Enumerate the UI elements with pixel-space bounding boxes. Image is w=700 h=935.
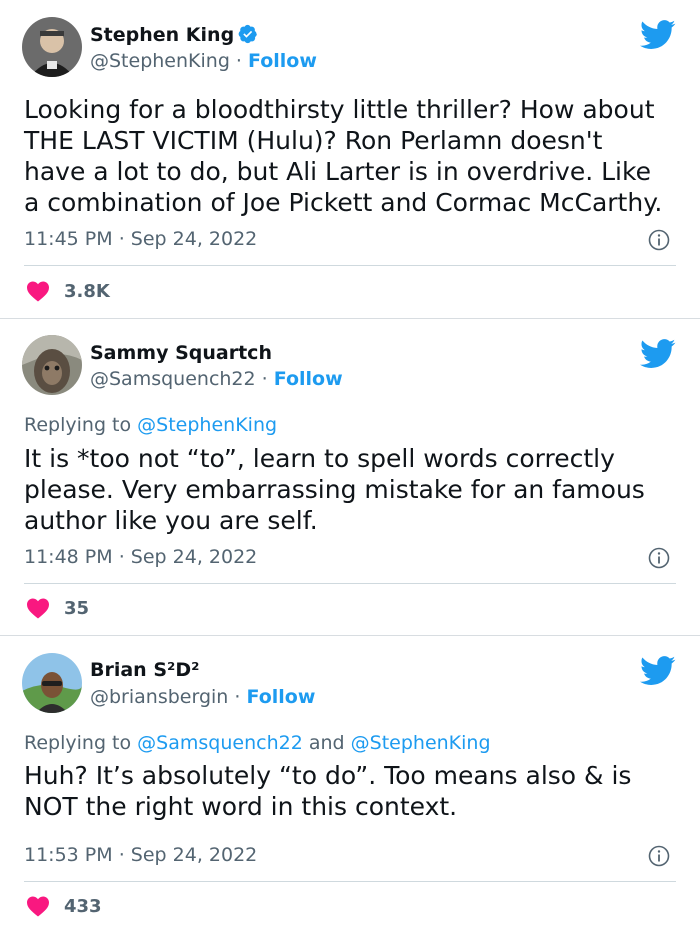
- author-handle[interactable]: @StephenKing: [90, 50, 230, 72]
- like-button[interactable]: 433: [26, 894, 102, 918]
- author-name[interactable]: Sammy Squartch: [90, 342, 272, 364]
- like-count: 35: [64, 597, 90, 619]
- tweet-2: Sammy Squartch @Samsquench22 · Follow Re…: [0, 319, 700, 635]
- divider: [24, 265, 676, 266]
- mention-link[interactable]: @StephenKing: [137, 414, 277, 436]
- like-button[interactable]: 35: [26, 596, 89, 620]
- follow-button[interactable]: Follow: [274, 368, 343, 390]
- info-icon[interactable]: [648, 229, 670, 251]
- author-avatar[interactable]: [22, 335, 82, 395]
- verified-badge-icon: [238, 24, 258, 49]
- mention-link[interactable]: @Samsquench22: [137, 732, 303, 754]
- tweet-timestamp[interactable]: 11:53 PM · Sep 24, 2022: [24, 844, 257, 866]
- divider: [24, 583, 676, 584]
- tweet-text-line: have a lot to do, but Ali Larter is in o…: [24, 157, 651, 186]
- follow-button[interactable]: Follow: [248, 50, 317, 72]
- follow-button[interactable]: Follow: [246, 686, 315, 708]
- divider: [24, 881, 676, 882]
- tweet-3: Brian S²D² @briansbergin · Follow Replyi…: [0, 636, 700, 935]
- heart-icon: [27, 598, 49, 619]
- replying-to: Replying to @StephenKing: [24, 414, 278, 436]
- twitter-bird-icon[interactable]: [640, 656, 676, 686]
- author-handle-line: @StephenKing · Follow: [90, 50, 317, 72]
- mention-link[interactable]: @StephenKing: [351, 732, 491, 754]
- tweet-text-line: NOT the right word in this context.: [24, 792, 458, 821]
- tweet-text-line: Looking for a bloodthirsty little thrill…: [24, 95, 655, 124]
- like-button[interactable]: 3.8K: [26, 279, 110, 303]
- tweet-timestamp[interactable]: 11:48 PM · Sep 24, 2022: [24, 546, 257, 568]
- heart-icon: [27, 896, 49, 917]
- tweet-text: It is *too not “to”, learn to spell word…: [24, 443, 684, 536]
- like-count: 3.8K: [64, 280, 110, 302]
- heart-icon: [27, 281, 49, 302]
- author-handle-line: @briansbergin · Follow: [90, 686, 315, 708]
- info-icon[interactable]: [648, 845, 670, 867]
- separator-dot: ·: [234, 686, 241, 708]
- tweet-text-line: please. Very embarrassing mistake for an…: [24, 475, 645, 504]
- twitter-bird-icon[interactable]: [640, 339, 676, 369]
- replying-to: Replying to @Samsquench22 and @StephenKi…: [24, 732, 491, 754]
- author-name[interactable]: Stephen King: [90, 24, 258, 49]
- tweet-1: Stephen King @StephenKing · Follow Looki…: [0, 0, 700, 318]
- author-handle[interactable]: @Samsquench22: [90, 368, 256, 390]
- tweet-text-line: author like you are self.: [24, 506, 318, 535]
- author-handle-line: @Samsquench22 · Follow: [90, 368, 343, 390]
- twitter-bird-icon[interactable]: [640, 20, 676, 50]
- author-avatar[interactable]: [22, 653, 82, 713]
- tweet-text: Looking for a bloodthirsty little thrill…: [24, 94, 684, 218]
- separator-dot: ·: [235, 50, 242, 72]
- like-count: 433: [64, 895, 102, 917]
- author-name[interactable]: Brian S²D²: [90, 659, 199, 681]
- author-avatar[interactable]: [22, 17, 82, 77]
- tweet-timestamp[interactable]: 11:45 PM · Sep 24, 2022: [24, 228, 257, 250]
- tweet-text: Huh? It’s absolutely “to do”. Too means …: [24, 760, 684, 822]
- tweet-text-line: Huh? It’s absolutely “to do”. Too means …: [24, 761, 632, 790]
- tweet-text-line: It is *too not “to”, learn to spell word…: [24, 444, 615, 473]
- tweet-text-line: a combination of Joe Pickett and Cormac …: [24, 188, 663, 217]
- author-handle[interactable]: @briansbergin: [90, 686, 228, 708]
- separator-dot: ·: [261, 368, 268, 390]
- tweet-text-line: THE LAST VICTIM (Hulu)? Ron Perlamn does…: [24, 126, 603, 155]
- info-icon[interactable]: [648, 547, 670, 569]
